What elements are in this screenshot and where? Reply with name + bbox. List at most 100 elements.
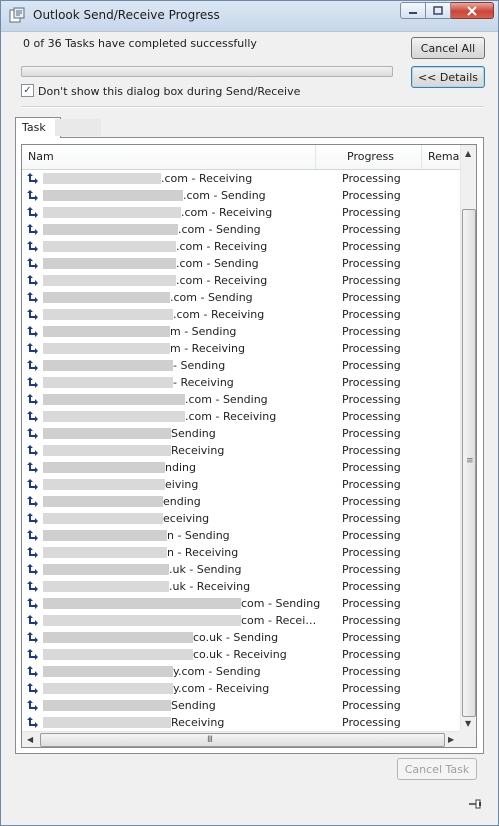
redacted-account-name bbox=[43, 326, 170, 337]
column-header-progress[interactable]: Progress bbox=[347, 145, 394, 169]
task-row[interactable]: .uk - Receiving Processing bbox=[22, 578, 460, 595]
task-row[interactable]: n - Sending Processing bbox=[22, 527, 460, 544]
task-arrow-icon bbox=[27, 598, 38, 609]
column-divider[interactable] bbox=[421, 145, 422, 169]
vertical-scrollbar[interactable]: ▲ ≡ ▼ bbox=[460, 145, 476, 731]
scroll-left-icon[interactable]: ◀ bbox=[27, 735, 33, 744]
dont-show-label[interactable]: Don't show this dialog box during Send/R… bbox=[38, 85, 300, 98]
task-row[interactable]: y.com - Sending Processing bbox=[22, 663, 460, 680]
task-row[interactable]: .com - Receiving Processing bbox=[22, 238, 460, 255]
task-arrow-icon bbox=[27, 326, 38, 337]
task-arrow-icon bbox=[27, 428, 38, 439]
cancel-task-button[interactable]: Cancel Task bbox=[397, 758, 477, 780]
task-arrow-icon bbox=[27, 462, 38, 473]
scroll-up-icon[interactable]: ▲ bbox=[465, 149, 471, 158]
task-row[interactable]: .com - Sending Processing bbox=[22, 221, 460, 238]
column-divider[interactable] bbox=[315, 145, 316, 169]
dont-show-checkbox[interactable]: ✓ bbox=[21, 84, 34, 97]
task-progress: Processing bbox=[342, 512, 401, 525]
task-name: com - Sending bbox=[241, 597, 321, 610]
task-row[interactable]: .uk - Sending Processing bbox=[22, 561, 460, 578]
task-row[interactable]: - Receiving Processing bbox=[22, 374, 460, 391]
task-progress: Processing bbox=[342, 580, 401, 593]
task-row[interactable]: eceiving Processing bbox=[22, 510, 460, 527]
task-name: .com - Receiving bbox=[173, 308, 265, 321]
task-row[interactable]: com - Recei… Processing bbox=[22, 612, 460, 629]
redacted-account-name bbox=[43, 717, 171, 728]
task-name: Receiving bbox=[171, 716, 225, 729]
task-row[interactable]: y.com - Receiving Processing bbox=[22, 680, 460, 697]
window-title: Outlook Send/Receive Progress bbox=[33, 8, 220, 22]
task-progress: Processing bbox=[342, 614, 401, 627]
task-list[interactable]: Nam Progress Remai .com - Receiving Proce… bbox=[21, 144, 477, 748]
task-row[interactable]: Sending Processing bbox=[22, 425, 460, 442]
task-name: n - Receiving bbox=[167, 546, 239, 559]
minimize-button[interactable] bbox=[400, 2, 426, 19]
task-row[interactable]: eiving Processing bbox=[22, 476, 460, 493]
task-row[interactable]: nding Processing bbox=[22, 459, 460, 476]
task-progress: Processing bbox=[342, 648, 401, 661]
task-row[interactable]: - Sending Processing bbox=[22, 357, 460, 374]
task-name: .uk - Receiving bbox=[169, 580, 251, 593]
task-row[interactable]: .com - Sending Processing bbox=[22, 391, 460, 408]
task-row[interactable]: co.uk - Receiving Processing bbox=[22, 646, 460, 663]
redacted-account-name bbox=[43, 173, 161, 184]
vertical-scroll-thumb[interactable]: ≡ bbox=[462, 209, 476, 717]
redacted-account-name bbox=[43, 309, 173, 320]
horizontal-scrollbar[interactable]: ◀ III ▶ bbox=[22, 731, 460, 747]
redacted-account-name bbox=[43, 190, 183, 201]
task-row[interactable]: .com - Sending Processing bbox=[22, 187, 460, 204]
task-arrow-icon bbox=[27, 173, 38, 184]
task-row[interactable]: .com - Sending Processing bbox=[22, 255, 460, 272]
task-arrow-icon bbox=[27, 411, 38, 422]
task-progress: Processing bbox=[342, 206, 401, 219]
task-row[interactable]: ending Processing bbox=[22, 493, 460, 510]
task-row[interactable]: co.uk - Sending Processing bbox=[22, 629, 460, 646]
redacted-account-name bbox=[43, 496, 163, 507]
task-row[interactable]: .com - Receiving Processing bbox=[22, 306, 460, 323]
task-name: .com - Sending bbox=[185, 393, 268, 406]
task-name: ending bbox=[163, 495, 201, 508]
task-row[interactable]: .com - Sending Processing bbox=[22, 289, 460, 306]
task-progress: Processing bbox=[342, 376, 401, 389]
task-row[interactable]: m - Receiving Processing bbox=[22, 340, 460, 357]
redacted-account-name bbox=[43, 292, 170, 303]
column-header-name[interactable]: Nam bbox=[28, 145, 54, 169]
scroll-right-icon[interactable]: ▶ bbox=[448, 735, 454, 744]
maximize-button[interactable] bbox=[426, 2, 451, 19]
redacted-account-name bbox=[43, 275, 176, 286]
task-progress: Processing bbox=[342, 291, 401, 304]
scroll-down-icon[interactable]: ▼ bbox=[465, 719, 471, 728]
task-arrow-icon bbox=[27, 258, 38, 269]
task-row[interactable]: .com - Receiving Processing bbox=[22, 170, 460, 187]
title-bar[interactable]: Outlook Send/Receive Progress bbox=[1, 1, 498, 32]
task-progress: Processing bbox=[342, 359, 401, 372]
task-arrow-icon bbox=[27, 190, 38, 201]
cancel-all-button[interactable]: Cancel All bbox=[411, 37, 485, 59]
task-progress: Processing bbox=[342, 597, 401, 610]
task-row[interactable]: Sending Processing bbox=[22, 697, 460, 714]
redacted-account-name bbox=[43, 343, 170, 354]
task-name: com - Recei… bbox=[241, 614, 317, 627]
task-name: co.uk - Receiving bbox=[193, 648, 287, 661]
task-arrow-icon bbox=[27, 445, 38, 456]
task-arrow-icon bbox=[27, 241, 38, 252]
task-row[interactable]: n - Receiving Processing bbox=[22, 544, 460, 561]
task-arrow-icon bbox=[27, 360, 38, 371]
task-name: eiving bbox=[165, 478, 199, 491]
task-row[interactable]: .com - Receiving Processing bbox=[22, 204, 460, 221]
task-row[interactable]: .com - Receiving Processing bbox=[22, 408, 460, 425]
task-name: m - Receiving bbox=[170, 342, 245, 355]
horizontal-scroll-thumb[interactable]: III bbox=[40, 733, 445, 747]
task-row[interactable]: Receiving Processing bbox=[22, 442, 460, 459]
task-name: n - Sending bbox=[167, 529, 230, 542]
column-header-remaining[interactable]: Remai bbox=[428, 145, 462, 169]
task-row[interactable]: .com - Receiving Processing bbox=[22, 272, 460, 289]
details-button[interactable]: << Details bbox=[411, 66, 485, 88]
pin-icon[interactable] bbox=[467, 797, 483, 811]
close-button[interactable] bbox=[451, 2, 494, 19]
task-row[interactable]: com - Sending Processing bbox=[22, 595, 460, 612]
task-row[interactable]: m - Sending Processing bbox=[22, 323, 460, 340]
task-row[interactable]: Receiving Processing bbox=[22, 714, 460, 731]
task-name: Receiving bbox=[171, 444, 225, 457]
